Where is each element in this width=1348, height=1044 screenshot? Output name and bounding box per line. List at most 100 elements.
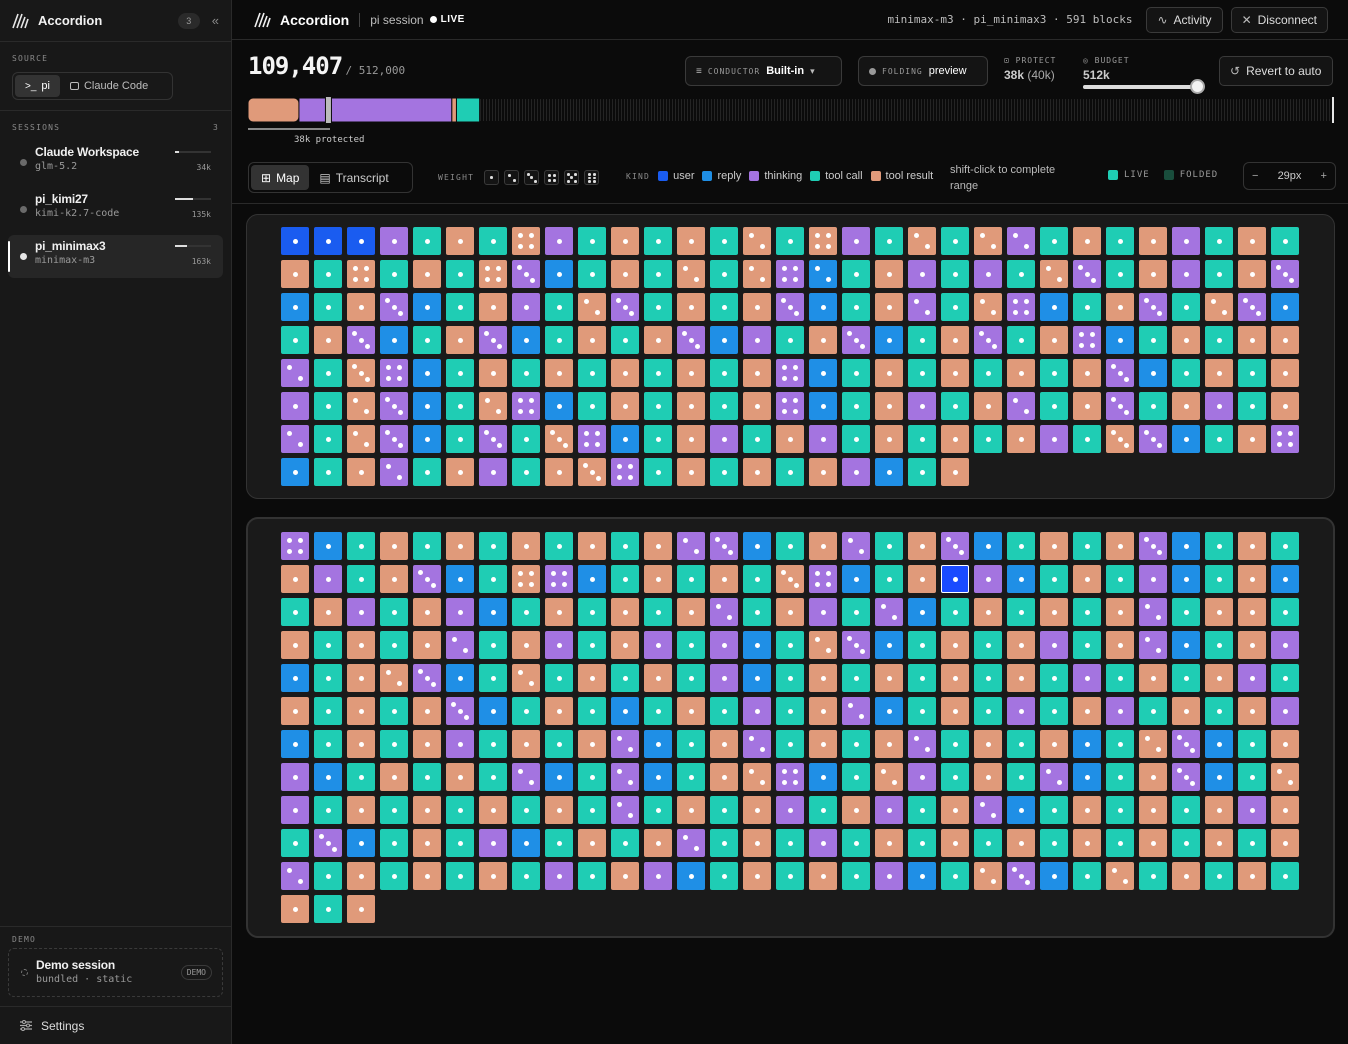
block-reply[interactable] <box>1007 796 1035 824</box>
block-tool-result[interactable] <box>1073 697 1101 725</box>
block-thinking[interactable] <box>974 796 1002 824</box>
block-thinking[interactable] <box>347 598 375 626</box>
block-thinking[interactable] <box>413 664 441 692</box>
block-tool-result[interactable] <box>347 796 375 824</box>
block-tool-result[interactable] <box>710 730 738 758</box>
block-tool-result[interactable] <box>875 260 903 288</box>
weight-1-button[interactable] <box>484 170 500 185</box>
zoom-out-button[interactable]: − <box>1252 170 1258 182</box>
block-thinking[interactable] <box>446 631 474 659</box>
block-thinking[interactable] <box>380 227 408 255</box>
block-tool-call[interactable] <box>644 260 672 288</box>
block-thinking[interactable] <box>446 730 474 758</box>
block-thinking[interactable] <box>875 796 903 824</box>
block-tool-result[interactable] <box>1073 359 1101 387</box>
block-tool-result[interactable] <box>1271 829 1299 857</box>
block-tool-call[interactable] <box>710 697 738 725</box>
block-reply[interactable] <box>644 730 672 758</box>
block-tool-call[interactable] <box>314 895 342 923</box>
block-reply[interactable] <box>1172 425 1200 453</box>
block-tool-call[interactable] <box>314 359 342 387</box>
block-tool-result[interactable] <box>611 260 639 288</box>
disconnect-button[interactable]: ✕ Disconnect <box>1230 6 1328 33</box>
block-thinking[interactable] <box>1040 763 1068 791</box>
block-tool-result[interactable] <box>1271 359 1299 387</box>
block-tool-call[interactable] <box>380 796 408 824</box>
block-reply[interactable] <box>710 326 738 354</box>
context-usage-bar[interactable] <box>248 97 1334 123</box>
block-tool-call[interactable] <box>842 598 870 626</box>
block-tool-call[interactable] <box>1040 697 1068 725</box>
block-tool-call[interactable] <box>1040 664 1068 692</box>
block-reply[interactable] <box>1271 293 1299 321</box>
block-tool-call[interactable] <box>281 829 309 857</box>
block-tool-call[interactable] <box>974 664 1002 692</box>
block-tool-result[interactable] <box>1271 326 1299 354</box>
block-tool-call[interactable] <box>1040 829 1068 857</box>
block-tool-call[interactable] <box>1106 796 1134 824</box>
block-tool-call[interactable] <box>644 796 672 824</box>
block-reply[interactable] <box>1139 359 1167 387</box>
block-tool-result[interactable] <box>1007 359 1035 387</box>
block-tool-call[interactable] <box>545 293 573 321</box>
block-tool-call[interactable] <box>578 697 606 725</box>
block-tool-result[interactable] <box>1007 631 1035 659</box>
block-tool-result[interactable] <box>1238 631 1266 659</box>
block-tool-call[interactable] <box>710 392 738 420</box>
block-tool-call[interactable] <box>1271 532 1299 560</box>
block-tool-result[interactable] <box>611 631 639 659</box>
block-tool-call[interactable] <box>776 458 804 486</box>
block-tool-call[interactable] <box>776 697 804 725</box>
block-tool-call[interactable] <box>479 227 507 255</box>
block-reply[interactable] <box>1040 862 1068 890</box>
block-thinking[interactable] <box>743 326 771 354</box>
block-tool-call[interactable] <box>1007 532 1035 560</box>
block-tool-call[interactable] <box>1271 862 1299 890</box>
block-tool-call[interactable] <box>776 730 804 758</box>
block-tool-call[interactable] <box>1172 598 1200 626</box>
block-tool-result[interactable] <box>413 631 441 659</box>
block-tool-result[interactable] <box>809 664 837 692</box>
block-thinking[interactable] <box>545 631 573 659</box>
block-thinking[interactable] <box>1106 697 1134 725</box>
block-reply[interactable] <box>644 763 672 791</box>
block-reply[interactable] <box>875 326 903 354</box>
block-tool-call[interactable] <box>677 730 705 758</box>
block-reply[interactable] <box>611 425 639 453</box>
block-tool-result[interactable] <box>347 359 375 387</box>
block-thinking[interactable] <box>677 532 705 560</box>
block-thinking[interactable] <box>281 359 309 387</box>
budget-slider-thumb[interactable] <box>1190 79 1205 94</box>
block-thinking[interactable] <box>545 227 573 255</box>
block-tool-result[interactable] <box>809 697 837 725</box>
block-user[interactable] <box>314 227 342 255</box>
block-tool-result[interactable] <box>1172 862 1200 890</box>
block-tool-call[interactable] <box>545 829 573 857</box>
block-tool-result[interactable] <box>512 532 540 560</box>
block-tool-result[interactable] <box>314 598 342 626</box>
block-reply[interactable] <box>842 565 870 593</box>
block-tool-result[interactable] <box>1271 730 1299 758</box>
block-tool-call[interactable] <box>644 359 672 387</box>
block-tool-result[interactable] <box>842 796 870 824</box>
block-tool-call[interactable] <box>1139 697 1167 725</box>
block-tool-call[interactable] <box>1205 697 1233 725</box>
block-tool-result[interactable] <box>1238 326 1266 354</box>
block-tool-result[interactable] <box>743 458 771 486</box>
kind-legend-user[interactable]: user <box>673 170 694 182</box>
block-reply[interactable] <box>908 862 936 890</box>
block-tool-call[interactable] <box>1271 664 1299 692</box>
block-tool-call[interactable] <box>908 664 936 692</box>
weight-2-button[interactable] <box>504 170 520 185</box>
block-tool-result[interactable] <box>1205 796 1233 824</box>
block-tool-result[interactable] <box>776 425 804 453</box>
block-tool-result[interactable] <box>776 598 804 626</box>
block-tool-call[interactable] <box>281 326 309 354</box>
block-tool-call[interactable] <box>644 227 672 255</box>
block-thinking[interactable] <box>446 697 474 725</box>
block-thinking[interactable] <box>908 763 936 791</box>
block-tool-result[interactable] <box>677 796 705 824</box>
block-thinking[interactable] <box>479 829 507 857</box>
block-tool-result[interactable] <box>413 260 441 288</box>
block-tool-call[interactable] <box>1172 796 1200 824</box>
